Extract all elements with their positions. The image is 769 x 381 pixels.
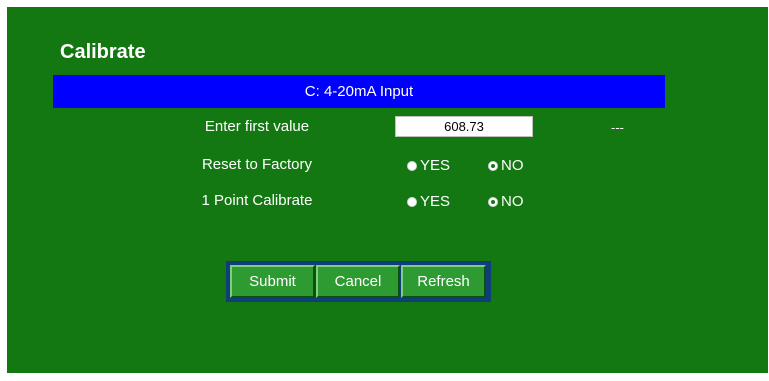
section-header: C: 4-20mA Input: [53, 75, 665, 108]
radio-checked-icon: [488, 196, 498, 207]
section-header-label: C: 4-20mA Input: [304, 83, 414, 100]
calibrate-panel: Calibrate C: 4-20mA Input Enter first va…: [7, 7, 768, 373]
radio-no-label: NO: [501, 193, 524, 210]
reset-factory-yes-radio[interactable]: YES: [407, 157, 450, 174]
radio-unchecked-icon: [407, 196, 417, 207]
button-group: Submit Cancel Refresh: [226, 261, 491, 302]
submit-button[interactable]: Submit: [230, 265, 315, 298]
radio-yes-label: YES: [420, 157, 451, 174]
radio-checked-icon: [488, 160, 498, 171]
page-title: Calibrate: [60, 41, 146, 63]
refresh-button[interactable]: Refresh: [401, 265, 486, 298]
cancel-button[interactable]: Cancel: [316, 265, 400, 298]
one-point-label: 1 Point Calibrate: [201, 192, 313, 209]
reset-factory-no-radio[interactable]: NO: [488, 157, 524, 174]
reset-factory-label: Reset to Factory: [201, 156, 313, 173]
radio-unchecked-icon: [407, 160, 417, 171]
first-value-note: ---: [611, 120, 624, 135]
first-value-label: Enter first value: [204, 118, 310, 135]
radio-no-label: NO: [501, 157, 524, 174]
first-value-input[interactable]: [395, 116, 533, 137]
radio-yes-label: YES: [420, 193, 451, 210]
one-point-yes-radio[interactable]: YES: [407, 193, 450, 210]
one-point-no-radio[interactable]: NO: [488, 193, 524, 210]
